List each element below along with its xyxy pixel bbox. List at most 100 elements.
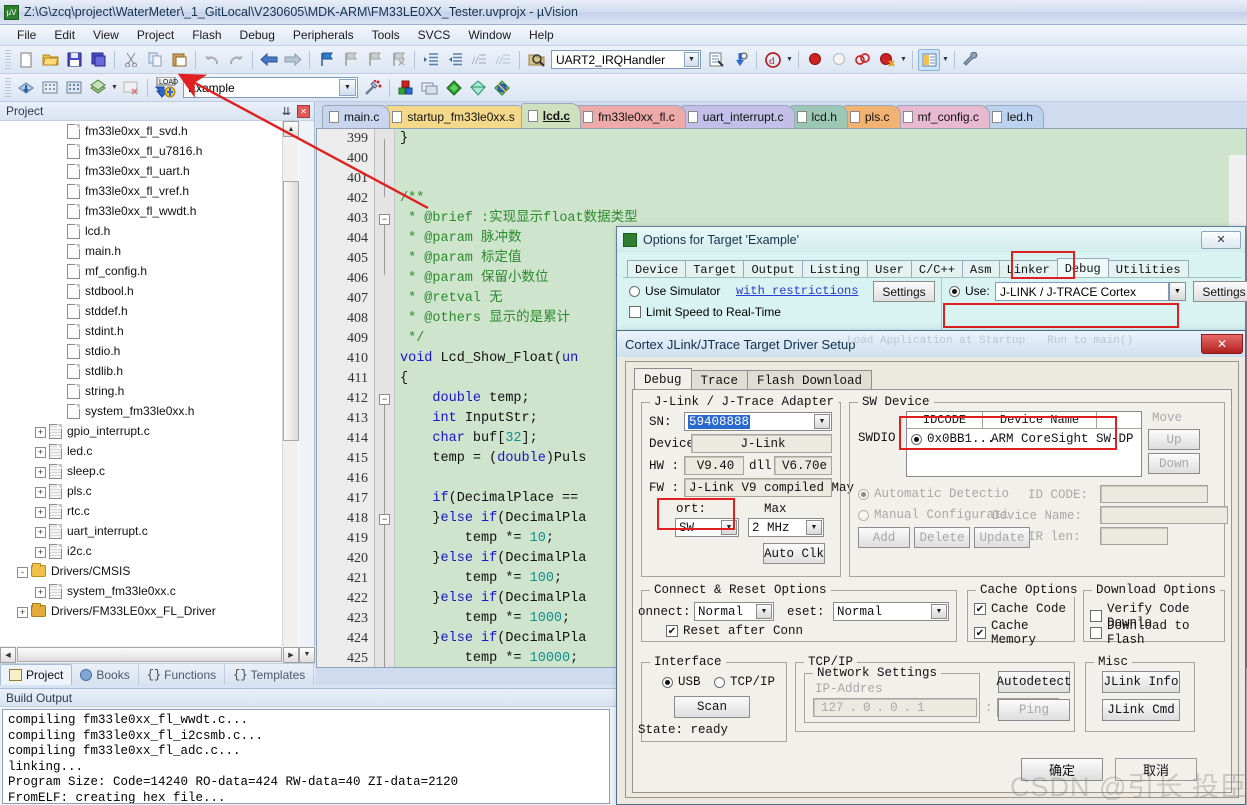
menu-item-tools[interactable]: Tools [363, 26, 409, 44]
menu-item-file[interactable]: File [8, 26, 45, 44]
fold-marker-icon[interactable]: − [379, 394, 390, 405]
open-file-icon[interactable] [39, 49, 61, 71]
jlink-tab-trace[interactable]: Trace [690, 370, 749, 390]
comment-icon[interactable]: // [468, 49, 490, 71]
project-tree[interactable]: fm33le0xx_fl_svd.h fm33le0xx_fl_u7816.h fm… [0, 121, 299, 646]
manage-multiproject-icon[interactable] [419, 77, 441, 99]
tree-item[interactable]: + i2c.c [0, 541, 299, 561]
editor-tab-startup-fm33le0xx-s[interactable]: startup_fm33le0xx.s [385, 105, 526, 128]
auto-clk-button[interactable]: Auto Clk [763, 543, 825, 564]
cut-icon[interactable] [120, 49, 142, 71]
save-icon[interactable] [63, 49, 85, 71]
build-icon[interactable] [39, 77, 61, 99]
editor-tab-mf-config-c[interactable]: mf_config.c [895, 105, 990, 128]
tree-expander-icon[interactable]: + [35, 507, 46, 518]
scroll-thumb[interactable] [283, 181, 299, 441]
menu-item-edit[interactable]: Edit [45, 26, 84, 44]
scroll-right-button[interactable]: ▶ [283, 646, 299, 663]
tree-item[interactable]: system_fm33le0xx.h [0, 401, 299, 421]
delete-button[interactable]: Delete [914, 527, 970, 548]
project-tab-templates[interactable]: {} Templates [225, 664, 315, 685]
chevron-down-icon[interactable]: ▼ [941, 50, 950, 70]
tree-item[interactable]: lcd.h [0, 221, 299, 241]
build-output-text[interactable]: compiling fm33le0xx_fl_wwdt.c... compilin… [2, 709, 610, 804]
bookmark-prev-icon[interactable] [339, 49, 361, 71]
idcode-input[interactable] [1100, 485, 1208, 503]
project-tab-functions[interactable]: {} Functions [139, 664, 226, 685]
tree-item[interactable]: mf_config.h [0, 261, 299, 281]
device-name-input[interactable] [1100, 506, 1228, 524]
reset-select[interactable]: Normal ▼ [833, 602, 949, 621]
chevron-down-icon[interactable]: ▼ [1169, 282, 1186, 301]
pack-installer-icon[interactable] [443, 77, 465, 99]
chevron-down-icon[interactable]: ▼ [339, 79, 356, 96]
fold-marker-icon[interactable]: − [379, 214, 390, 225]
tree-item[interactable]: stdint.h [0, 321, 299, 341]
tree-item[interactable]: fm33le0xx_fl_vref.h [0, 181, 299, 201]
bookmark-clear-icon[interactable] [387, 49, 409, 71]
tree-item[interactable]: stdlib.h [0, 361, 299, 381]
tree-item[interactable]: + uart_interrupt.c [0, 521, 299, 541]
chevron-down-icon[interactable]: ▼ [785, 50, 794, 70]
tree-item[interactable]: - Drivers/CMSIS [0, 561, 299, 581]
project-tab-project[interactable]: Project [0, 664, 73, 685]
tcpip-radio[interactable]: TCP/IP [714, 675, 775, 689]
debugger-select[interactable]: J-LINK / J-TRACE Cortex [995, 282, 1169, 301]
breakpoint-disabled-icon[interactable] [828, 49, 850, 71]
fold-marker-icon[interactable]: − [379, 514, 390, 525]
paste-icon[interactable] [168, 49, 190, 71]
tree-expander-icon[interactable]: + [35, 547, 46, 558]
autodetect-button[interactable]: Autodetect [997, 671, 1072, 693]
tree-item[interactable]: fm33le0xx_fl_uart.h [0, 161, 299, 181]
scroll-left-button[interactable]: ◀ [0, 646, 16, 663]
batch-build-icon[interactable] [87, 77, 109, 99]
editor-tab-uart-interrupt-c[interactable]: uart_interrupt.c [680, 105, 795, 128]
tree-item[interactable]: + led.c [0, 441, 299, 461]
add-button[interactable]: Add [858, 527, 910, 548]
breakpoint-kill-all-icon[interactable] [876, 49, 898, 71]
sn-input[interactable]: 59408888 ▼ [684, 412, 832, 431]
indent-left-icon[interactable] [444, 49, 466, 71]
menu-item-view[interactable]: View [84, 26, 128, 44]
indent-right-icon[interactable] [420, 49, 442, 71]
tree-item[interactable]: fm33le0xx_fl_svd.h [0, 121, 299, 141]
download-icon[interactable]: LOAD [153, 76, 179, 99]
editor-fold-column[interactable]: − − − [375, 129, 395, 667]
scan-button[interactable]: Scan [674, 696, 750, 718]
jlink-info-button[interactable]: JLink Info [1102, 671, 1180, 693]
tree-expander-icon[interactable]: + [17, 607, 28, 618]
breakpoint-icon[interactable] [804, 49, 826, 71]
tree-item[interactable]: + pls.c [0, 481, 299, 501]
menu-item-svcs[interactable]: SVCS [409, 26, 460, 44]
editor-tab-lcd-h[interactable]: lcd.h [789, 105, 848, 128]
tree-item[interactable]: + rtc.c [0, 501, 299, 521]
menu-item-window[interactable]: Window [459, 26, 520, 44]
download-to-flash-checkbox[interactable]: Download to Flash [1090, 619, 1224, 647]
move-down-button[interactable]: Down [1148, 453, 1200, 474]
update-button[interactable]: Update [974, 527, 1030, 548]
breakpoint-toggle-all-icon[interactable] [852, 49, 874, 71]
editor-tab-main-c[interactable]: main.c [322, 105, 391, 128]
simulator-settings-button[interactable]: Settings [873, 281, 935, 302]
project-tree-vscrollbar[interactable]: ▲ [282, 121, 299, 646]
bookmark-next-icon[interactable] [363, 49, 385, 71]
max-clock-select[interactable]: 2 MHz ▼ [748, 518, 824, 537]
function-combo[interactable]: UART2_IRQHandler ▼ [551, 50, 701, 69]
tree-item[interactable]: stdio.h [0, 341, 299, 361]
editor-tab-lcd-c[interactable]: lcd.c [520, 103, 582, 128]
cache-code-checkbox[interactable]: ✔ Cache Code [974, 602, 1066, 616]
tree-expander-icon[interactable]: - [17, 567, 28, 578]
toolbar-grip[interactable] [5, 77, 11, 98]
sw-device-list[interactable]: IDCODE Device Name 0x0BB1... ARM CoreSig… [906, 411, 1142, 477]
debug-start-icon[interactable]: d [762, 49, 784, 71]
configure-icon[interactable] [960, 49, 982, 71]
scroll-thumb[interactable] [17, 647, 282, 662]
software-packs-icon[interactable] [467, 77, 489, 99]
editor-tab-pls-c[interactable]: pls.c [842, 105, 901, 128]
back-icon[interactable] [258, 49, 280, 71]
editor-tab-fm33le0xx-fl-c[interactable]: fm33le0xx_fl.c [576, 105, 686, 128]
tree-expander-icon[interactable]: + [35, 487, 46, 498]
tree-item[interactable]: + gpio_interrupt.c [0, 421, 299, 441]
find-in-files-icon[interactable] [525, 49, 547, 71]
ping-button[interactable]: Ping [998, 699, 1070, 721]
